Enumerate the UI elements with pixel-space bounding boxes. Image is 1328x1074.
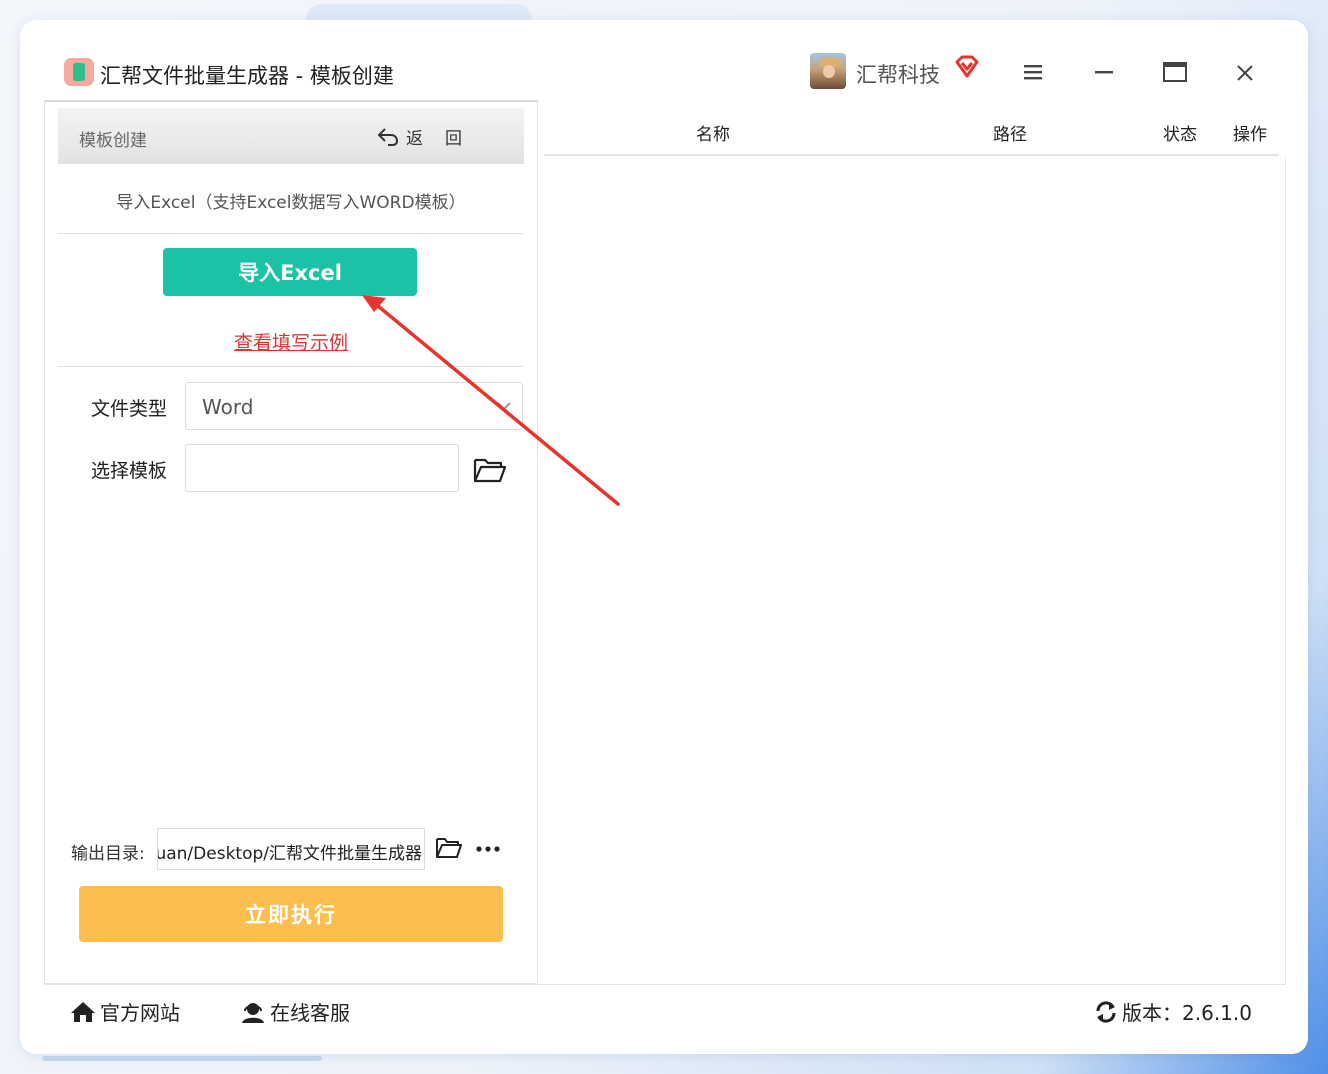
table-body <box>544 158 1286 984</box>
back-label: 返回 <box>406 128 484 149</box>
divider <box>58 366 524 367</box>
table-header: 名称 路径 状态 操作 <box>544 100 1279 156</box>
folder-icon[interactable] <box>473 456 507 484</box>
panel-header-title: 模板创建 <box>79 131 147 151</box>
footer: 官方网站 在线客服 版本：2.6.1.0 <box>44 984 1286 1040</box>
output-directory-label: 输出目录: <box>71 844 145 864</box>
version-label: 版本：2.6.1.0 <box>1122 1001 1252 1025</box>
column-header-name: 名称 <box>696 125 730 145</box>
file-type-value: Word <box>202 395 254 419</box>
output-directory-value: uan/Desktop/汇帮文件批量生成器 <box>157 844 422 864</box>
column-header-path: 路径 <box>993 125 1027 145</box>
column-header-actions: 操作 <box>1233 125 1267 145</box>
app-window: 汇帮文件批量生成器 - 模板创建 汇帮科技 模板创建 返回 导入Excel（支持… <box>20 20 1308 1054</box>
template-label: 选择模板 <box>91 460 168 482</box>
home-icon <box>71 1001 95 1022</box>
background-taskbar-indicator <box>42 1056 322 1061</box>
maximize-icon[interactable] <box>1162 60 1188 84</box>
column-header-status: 状态 <box>1163 125 1197 145</box>
online-support-link[interactable]: 在线客服 <box>240 997 350 1026</box>
version-info: 版本：2.6.1.0 <box>1094 997 1252 1026</box>
file-type-select[interactable]: Word <box>185 382 523 430</box>
execute-button[interactable]: 立即执行 <box>79 886 503 942</box>
back-arrow-icon <box>378 128 399 146</box>
template-panel: 模板创建 返回 导入Excel（支持Excel数据写入WORD模板） 导入Exc… <box>44 100 538 984</box>
brand-name: 汇帮科技 <box>856 63 940 87</box>
more-icon[interactable] <box>475 840 501 858</box>
app-icon <box>64 58 94 86</box>
chevron-down-icon <box>497 402 511 411</box>
back-button[interactable]: 返回 <box>376 122 484 150</box>
avatar[interactable] <box>810 53 846 89</box>
menu-icon[interactable] <box>1022 62 1044 82</box>
divider <box>58 233 524 234</box>
import-description: 导入Excel（支持Excel数据写入WORD模板） <box>116 193 466 213</box>
window-title: 汇帮文件批量生成器 - 模板创建 <box>100 64 394 88</box>
view-example-link[interactable]: 查看填写示例 <box>58 328 524 355</box>
official-website-link[interactable]: 官方网站 <box>70 997 180 1026</box>
minimize-icon[interactable] <box>1092 62 1116 82</box>
panel-header: 模板创建 返回 <box>58 108 524 164</box>
online-support-label: 在线客服 <box>270 1001 350 1025</box>
folder-icon[interactable] <box>435 836 463 860</box>
output-directory-input[interactable]: uan/Desktop/汇帮文件批量生成器 <box>157 828 425 870</box>
file-type-label: 文件类型 <box>91 398 168 420</box>
close-icon[interactable] <box>1234 62 1256 84</box>
file-list-panel: 名称 路径 状态 操作 <box>544 100 1286 984</box>
title-bar: 汇帮文件批量生成器 - 模板创建 汇帮科技 <box>20 20 1308 100</box>
refresh-icon[interactable] <box>1094 1000 1118 1024</box>
official-website-label: 官方网站 <box>100 1001 180 1025</box>
template-input[interactable] <box>185 444 459 492</box>
import-excel-button[interactable]: 导入Excel <box>163 248 417 296</box>
vip-diamond-icon[interactable] <box>954 54 980 80</box>
user-support-icon <box>242 1002 264 1023</box>
